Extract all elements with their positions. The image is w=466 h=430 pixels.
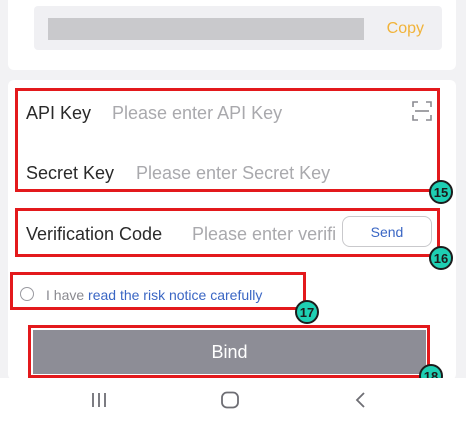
annotation-badge-15: 15 [429, 180, 453, 204]
annotation-badge-16: 16 [429, 246, 453, 270]
copy-button[interactable]: Copy [387, 20, 424, 38]
annotation-box-18 [28, 325, 430, 378]
annotation-box-16 [15, 208, 440, 257]
home-icon[interactable] [220, 391, 240, 409]
annotation-badge-17: 17 [295, 300, 319, 324]
masked-address [48, 18, 364, 40]
address-row: Copy [34, 6, 442, 50]
annotation-box-15 [15, 88, 440, 192]
address-card: Copy [8, 0, 456, 70]
recent-apps-icon[interactable] [90, 391, 108, 409]
back-icon[interactable] [354, 391, 368, 409]
annotation-box-17 [10, 272, 306, 310]
system-navigation-bar [0, 378, 466, 430]
